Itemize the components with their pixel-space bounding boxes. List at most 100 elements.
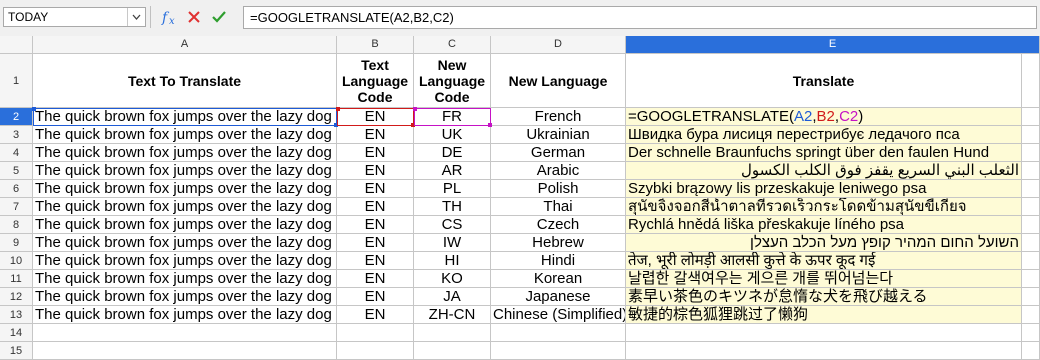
row-header-2[interactable]: 2 — [0, 108, 33, 126]
cell-a4[interactable]: The quick brown fox jumps over the lazy … — [33, 144, 337, 162]
cell-e4[interactable]: Der schnelle Braunfuchs springt über den… — [626, 144, 1022, 162]
cell-e5[interactable]: الثعلب البني السريع يقفز فوق الكلب الكسو… — [626, 162, 1022, 180]
cell-c3[interactable]: UK — [414, 126, 491, 144]
header-cell-translate[interactable]: Translate — [626, 54, 1022, 108]
cell-d4[interactable]: German — [491, 144, 626, 162]
row-header-15[interactable]: 15 — [0, 342, 33, 360]
cell-a8[interactable]: The quick brown fox jumps over the lazy … — [33, 216, 337, 234]
cell-e6[interactable]: Szybki brązowy lis przeskakuje leniwego … — [626, 180, 1022, 198]
cell-f10[interactable] — [1022, 252, 1040, 270]
cell-e8[interactable]: Rychlá hnědá liška přeskakuje líného psa — [626, 216, 1022, 234]
cell-d9[interactable]: Hebrew — [491, 234, 626, 252]
function-wizard-icon[interactable]: fx — [161, 6, 179, 28]
row-header-10[interactable]: 10 — [0, 252, 33, 270]
cell-b14[interactable] — [337, 324, 414, 342]
cell-e3[interactable]: Швидка бура лисиця перестрибує ледачого … — [626, 126, 1022, 144]
cell-f2[interactable] — [1022, 108, 1040, 126]
cell-c6[interactable]: PL — [414, 180, 491, 198]
row-header-11[interactable]: 11 — [0, 270, 33, 288]
row-header-8[interactable]: 8 — [0, 216, 33, 234]
cell-c10[interactable]: HI — [414, 252, 491, 270]
cell-d14[interactable] — [491, 324, 626, 342]
cancel-icon[interactable] — [186, 6, 202, 28]
cell-d10[interactable]: Hindi — [491, 252, 626, 270]
cell-d5[interactable]: Arabic — [491, 162, 626, 180]
cell-b13[interactable]: EN — [337, 306, 414, 324]
cell-e14[interactable] — [626, 324, 1022, 342]
cell-b6[interactable]: EN — [337, 180, 414, 198]
cell-b5[interactable]: EN — [337, 162, 414, 180]
row-header-12[interactable]: 12 — [0, 288, 33, 306]
cell-b7[interactable]: EN — [337, 198, 414, 216]
cell-a7[interactable]: The quick brown fox jumps over the lazy … — [33, 198, 337, 216]
column-header-d[interactable]: D — [491, 36, 626, 54]
cell-a9[interactable]: The quick brown fox jumps over the lazy … — [33, 234, 337, 252]
row-header-4[interactable]: 4 — [0, 144, 33, 162]
cell-f8[interactable] — [1022, 216, 1040, 234]
cell-c8[interactable]: CS — [414, 216, 491, 234]
cell-f11[interactable] — [1022, 270, 1040, 288]
cell-f12[interactable] — [1022, 288, 1040, 306]
cell-a3[interactable]: The quick brown fox jumps over the lazy … — [33, 126, 337, 144]
cell-b3[interactable]: EN — [337, 126, 414, 144]
cell-b8[interactable]: EN — [337, 216, 414, 234]
cell-a14[interactable] — [33, 324, 337, 342]
cell-f1[interactable] — [1022, 54, 1040, 108]
cell-f3[interactable] — [1022, 126, 1040, 144]
row-header-14[interactable]: 14 — [0, 324, 33, 342]
row-header-13[interactable]: 13 — [0, 306, 33, 324]
cell-b9[interactable]: EN — [337, 234, 414, 252]
cell-b15[interactable] — [337, 342, 414, 360]
column-header-b[interactable]: B — [337, 36, 414, 54]
cell-a2[interactable]: The quick brown fox jumps over the lazy … — [33, 108, 337, 126]
cell-e11[interactable]: 날렵한 갈색여우는 게으른 개를 뛰어넘는다 — [626, 270, 1022, 288]
row-header-1[interactable]: 1 — [0, 54, 33, 108]
cell-f4[interactable] — [1022, 144, 1040, 162]
row-header-9[interactable]: 9 — [0, 234, 33, 252]
cell-c12[interactable]: JA — [414, 288, 491, 306]
cell-b2[interactable]: EN — [337, 108, 414, 126]
cell-b10[interactable]: EN — [337, 252, 414, 270]
cell-b12[interactable]: EN — [337, 288, 414, 306]
cell-d15[interactable] — [491, 342, 626, 360]
cell-e9[interactable]: השועל החום המהיר קופץ מעל הכלב העצלן — [626, 234, 1022, 252]
header-cell-text-to-translate[interactable]: Text To Translate — [33, 54, 337, 108]
header-cell-new-language[interactable]: New Language — [491, 54, 626, 108]
cell-c11[interactable]: KO — [414, 270, 491, 288]
cell-c5[interactable]: AR — [414, 162, 491, 180]
cell-e13[interactable]: 敏捷的棕色狐狸跳过了懒狗 — [626, 306, 1022, 324]
row-header-5[interactable]: 5 — [0, 162, 33, 180]
cell-d13[interactable]: Chinese (Simplified) — [491, 306, 626, 324]
cell-f14[interactable] — [1022, 324, 1040, 342]
cell-c4[interactable]: DE — [414, 144, 491, 162]
cell-c14[interactable] — [414, 324, 491, 342]
header-cell-new-language-code[interactable]: New Language Code — [414, 54, 491, 108]
cell-c9[interactable]: IW — [414, 234, 491, 252]
cell-a10[interactable]: The quick brown fox jumps over the lazy … — [33, 252, 337, 270]
cell-a12[interactable]: The quick brown fox jumps over the lazy … — [33, 288, 337, 306]
active-cell-e2[interactable]: =GOOGLETRANSLATE(A2,B2,C2) — [626, 108, 1022, 126]
cell-d12[interactable]: Japanese — [491, 288, 626, 306]
formula-input[interactable]: =GOOGLETRANSLATE(A2,B2,C2) — [243, 6, 1037, 29]
cell-a15[interactable] — [33, 342, 337, 360]
row-header-6[interactable]: 6 — [0, 180, 33, 198]
cell-f6[interactable] — [1022, 180, 1040, 198]
cell-b4[interactable]: EN — [337, 144, 414, 162]
cell-e12[interactable]: 素早い茶色のキツネが怠惰な犬を飛び越える — [626, 288, 1022, 306]
column-header-a[interactable]: A — [33, 36, 337, 54]
cell-c7[interactable]: TH — [414, 198, 491, 216]
name-box[interactable]: TODAY — [3, 7, 146, 27]
column-header-c[interactable]: C — [414, 36, 491, 54]
cell-d11[interactable]: Korean — [491, 270, 626, 288]
chevron-down-icon[interactable] — [127, 8, 145, 26]
select-all-corner[interactable] — [0, 36, 33, 54]
cell-b11[interactable]: EN — [337, 270, 414, 288]
cell-a11[interactable]: The quick brown fox jumps over the lazy … — [33, 270, 337, 288]
cell-d6[interactable]: Polish — [491, 180, 626, 198]
cell-d3[interactable]: Ukrainian — [491, 126, 626, 144]
cell-a5[interactable]: The quick brown fox jumps over the lazy … — [33, 162, 337, 180]
cell-d8[interactable]: Czech — [491, 216, 626, 234]
cell-f13[interactable] — [1022, 306, 1040, 324]
row-header-7[interactable]: 7 — [0, 198, 33, 216]
cell-f9[interactable] — [1022, 234, 1040, 252]
